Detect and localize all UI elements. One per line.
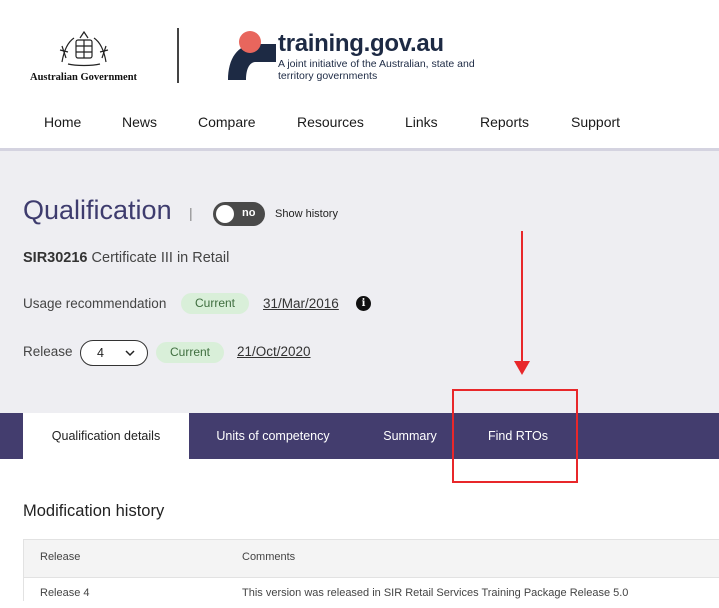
tga-logo-mark-icon bbox=[228, 31, 276, 80]
title-separator: | bbox=[189, 205, 193, 221]
tab-summary[interactable]: Summary bbox=[370, 413, 450, 459]
row-release: Release 4 bbox=[40, 587, 90, 599]
usage-recommendation-label: Usage recommendation bbox=[23, 296, 167, 311]
show-history-toggle[interactable]: no bbox=[213, 202, 265, 226]
show-history-label[interactable]: Show history bbox=[275, 208, 338, 220]
annotation-highlight-box bbox=[452, 389, 578, 483]
main-nav: Home News Compare Resources Links Report… bbox=[0, 108, 719, 138]
site-title: training.gov.au bbox=[278, 30, 444, 57]
page-title: Qualification bbox=[23, 195, 172, 225]
nav-links[interactable]: Links bbox=[405, 114, 438, 130]
toggle-state-label: no bbox=[242, 207, 256, 219]
chevron-down-icon bbox=[125, 350, 135, 357]
coat-of-arms-icon bbox=[59, 30, 109, 67]
nav-home[interactable]: Home bbox=[44, 114, 81, 130]
release-label: Release bbox=[23, 344, 73, 359]
qualification-code-line: SIR30216 Certificate III in Retail bbox=[23, 250, 229, 266]
training-gov-au-logo[interactable]: training.gov.au A joint initiative of th… bbox=[226, 28, 486, 86]
australian-government-logo[interactable]: Australian Government bbox=[28, 28, 140, 86]
qualification-code: SIR30216 bbox=[23, 250, 88, 266]
info-icon[interactable]: i bbox=[356, 296, 371, 311]
modification-history-title: Modification history bbox=[23, 502, 165, 520]
gov-logo-text: Australian Government bbox=[30, 72, 138, 83]
nav-news[interactable]: News bbox=[122, 114, 157, 130]
site-subtitle: A joint initiative of the Australian, st… bbox=[278, 58, 475, 82]
logo-divider bbox=[177, 28, 179, 83]
tab-qualification-details[interactable]: Qualification details bbox=[23, 413, 189, 459]
usage-status-badge: Current bbox=[181, 293, 249, 314]
qualification-name: Certificate III in Retail bbox=[91, 250, 230, 266]
tab-units-of-competency[interactable]: Units of competency bbox=[200, 413, 346, 459]
column-header-release: Release bbox=[40, 551, 81, 563]
column-header-comments: Comments bbox=[242, 551, 296, 563]
qualification-tabs: Qualification details Units of competenc… bbox=[0, 413, 719, 459]
annotation-arrow-shaft bbox=[521, 231, 523, 363]
release-status-badge: Current bbox=[156, 342, 224, 363]
annotation-arrow-head-icon bbox=[514, 361, 530, 375]
release-selected-value: 4 bbox=[97, 346, 104, 360]
nav-support[interactable]: Support bbox=[571, 114, 620, 130]
toggle-knob bbox=[216, 205, 234, 223]
usage-date-link[interactable]: 31/Mar/2016 bbox=[263, 296, 339, 311]
qualification-summary: Qualification | no Show history SIR30216… bbox=[0, 151, 719, 413]
modification-history-table: Release Comments Release 4 This version … bbox=[23, 539, 719, 608]
table-row: Release 4 This version was released in S… bbox=[24, 577, 719, 608]
nav-compare[interactable]: Compare bbox=[198, 114, 256, 130]
nav-resources[interactable]: Resources bbox=[297, 114, 364, 130]
site-header: Australian Government training.gov.au A … bbox=[0, 0, 719, 150]
release-select[interactable]: 4 bbox=[80, 340, 148, 366]
release-date-link[interactable]: 21/Oct/2020 bbox=[237, 344, 311, 359]
row-comments: This version was released in SIR Retail … bbox=[242, 587, 629, 599]
nav-reports[interactable]: Reports bbox=[480, 114, 529, 130]
